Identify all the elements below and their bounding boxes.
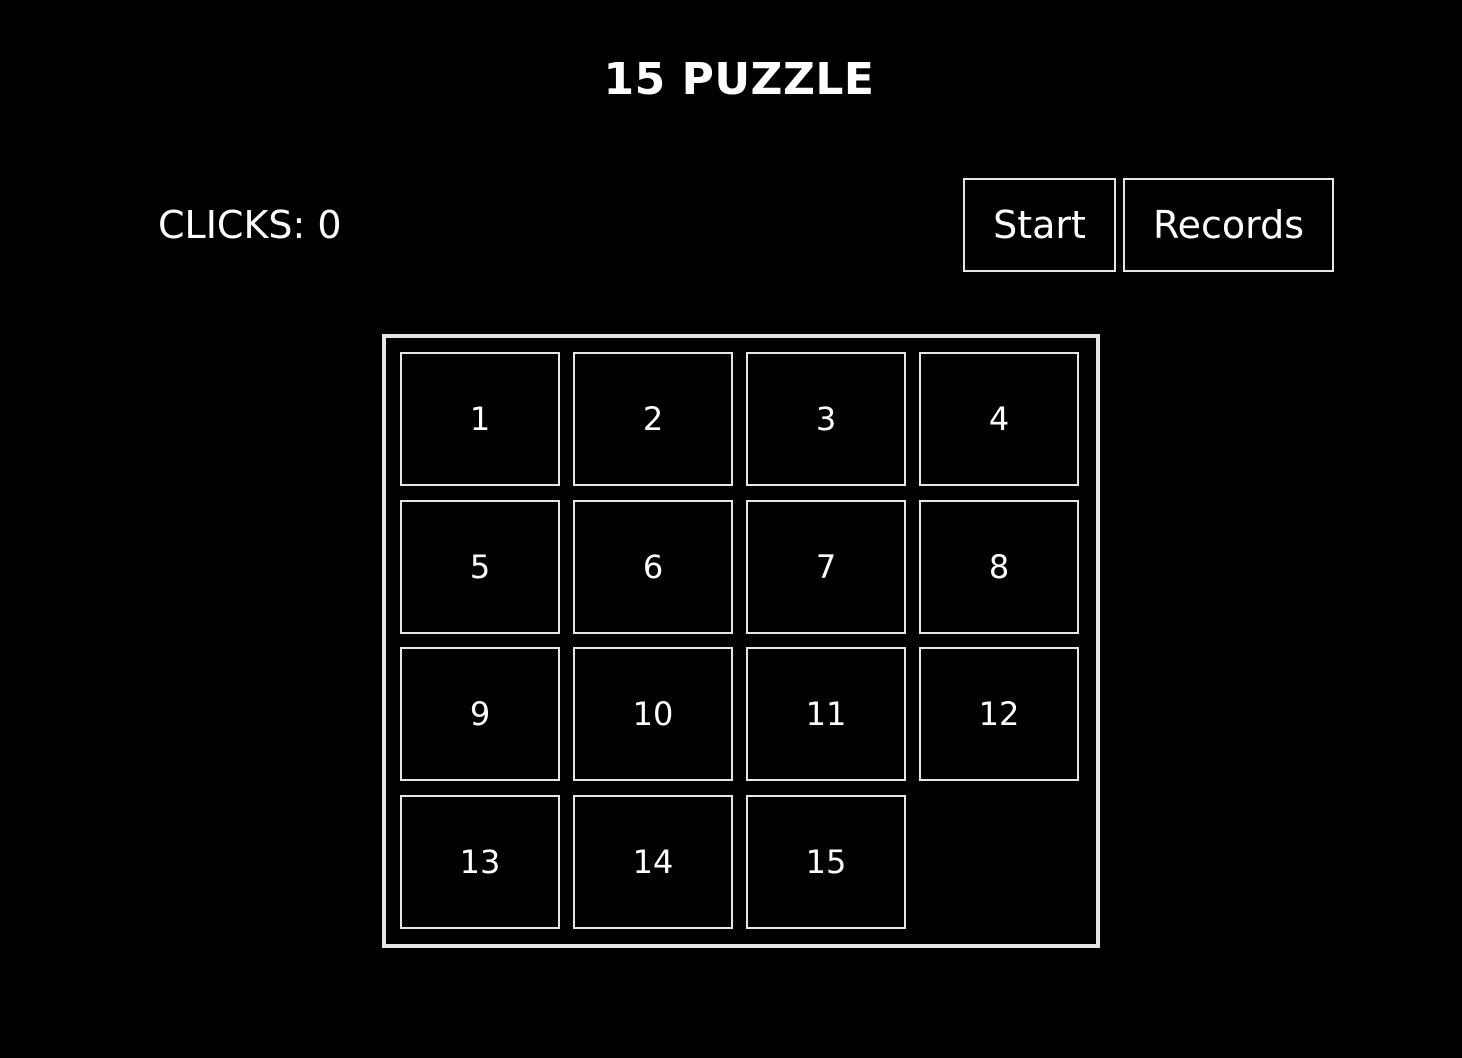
empty-cell (919, 795, 1079, 929)
puzzle-tile[interactable]: 14 (573, 794, 733, 929)
puzzle-tile[interactable]: 10 (573, 647, 733, 781)
puzzle-tile[interactable]: 1 (400, 352, 560, 486)
records-button[interactable]: Records (1123, 178, 1334, 272)
puzzle-board: 1 2 3 4 5 6 7 8 9 10 11 12 13 14 15 (382, 334, 1100, 948)
puzzle-tile[interactable]: 12 (919, 647, 1079, 781)
clicks-counter: CLICKS: 0 (158, 203, 342, 247)
puzzle-tile[interactable]: 6 (573, 499, 733, 634)
start-button[interactable]: Start (963, 178, 1116, 272)
puzzle-tile[interactable]: 7 (746, 499, 906, 634)
game-page: 15 PUZZLE CLICKS: 0 Start Records 123456… (0, 0, 1462, 1058)
puzzle-tile[interactable]: 8 (919, 499, 1079, 634)
puzzle-tile[interactable]: 15 (746, 794, 906, 929)
puzzle-tile[interactable]: 11 (746, 647, 906, 781)
puzzle-tile[interactable]: 9 (400, 647, 560, 781)
puzzle-tile[interactable]: 13 (400, 794, 560, 929)
puzzle-tile[interactable]: 2 (573, 352, 733, 486)
page-title: 15 PUZZLE (603, 54, 875, 105)
puzzle-tile[interactable]: 4 (919, 352, 1079, 486)
puzzle-tile[interactable]: 5 (400, 499, 560, 634)
puzzle-tile[interactable]: 3 (746, 352, 906, 486)
